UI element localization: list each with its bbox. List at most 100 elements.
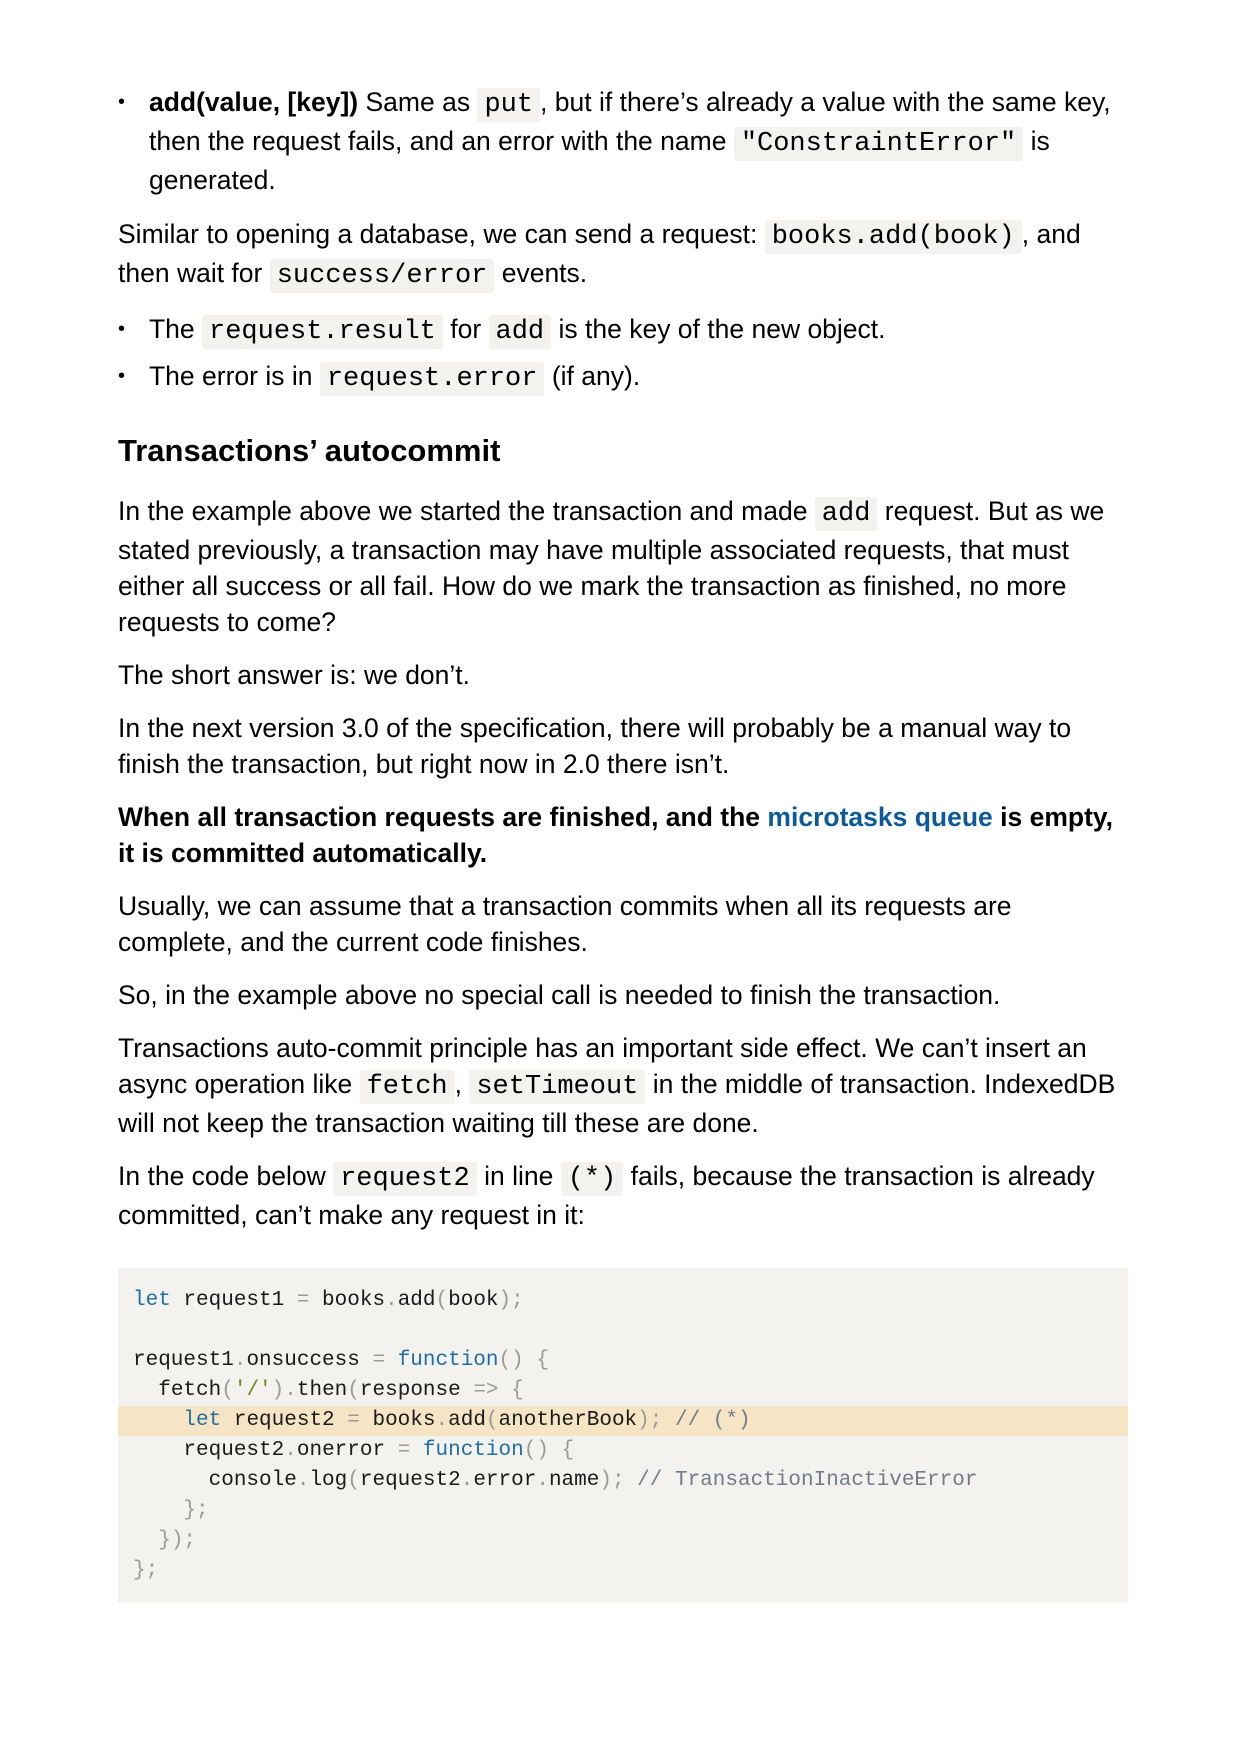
inline-code: fetch xyxy=(359,1070,455,1104)
list-item: The request.result for add is the key of… xyxy=(118,311,1128,350)
code-token: . xyxy=(460,1469,474,1492)
inline-code: add xyxy=(488,315,552,349)
code-token: error xyxy=(473,1469,537,1492)
inline-code: (*) xyxy=(560,1162,624,1196)
paragraph-code-below: In the code below request2 in line (*) f… xyxy=(118,1158,1128,1233)
code-token: . xyxy=(284,1439,297,1462)
code-token: ( xyxy=(435,1289,449,1312)
page: add(value, [key]) Same as put, but if th… xyxy=(0,0,1240,1754)
code-token: let xyxy=(183,1409,222,1432)
list-item: add(value, [key]) Same as put, but if th… xyxy=(118,84,1128,198)
paragraph-side-effect: Transactions auto-commit principle has a… xyxy=(118,1030,1128,1141)
code-token: = xyxy=(372,1349,386,1372)
code-token: console xyxy=(208,1469,297,1492)
text-fragment: events. xyxy=(494,258,588,288)
text-fragment: Similar to opening a database, we can se… xyxy=(118,219,765,249)
code-token: () { xyxy=(498,1349,549,1372)
code-line: request2.onerror = function() { xyxy=(118,1436,1128,1466)
section-heading: Transactions’ autocommit xyxy=(118,433,501,468)
text-fragment: for xyxy=(442,314,489,344)
code-token: ( xyxy=(347,1469,360,1492)
text-fragment: (if any). xyxy=(544,361,641,391)
code-line: }); xyxy=(118,1526,1128,1556)
code-token: ( xyxy=(347,1379,360,1402)
text-fragment: in line xyxy=(476,1161,561,1191)
code-token: anotherBook xyxy=(498,1409,638,1432)
paragraph-next-version: In the next version 3.0 of the specifica… xyxy=(118,713,1072,779)
code-line-highlighted: let request2 = books.add(anotherBook); /… xyxy=(118,1406,1128,1436)
code-token: onerror xyxy=(296,1439,398,1462)
code-line: console.log(request2.error.name); // Tra… xyxy=(118,1466,1128,1496)
code-token: () { xyxy=(523,1439,575,1462)
code-token: book xyxy=(448,1289,499,1312)
code-token: request2 xyxy=(359,1469,461,1492)
code-token: ); xyxy=(599,1469,638,1492)
code-token: => { xyxy=(473,1379,524,1402)
code-line: fetch('/').then(response => { xyxy=(118,1376,1128,1406)
code-token: function xyxy=(397,1349,499,1372)
paragraph-send-request: Similar to opening a database, we can se… xyxy=(118,216,1128,294)
code-token: ( xyxy=(221,1379,234,1402)
code-token: . xyxy=(435,1409,449,1432)
text-fragment: In the example above we started the tran… xyxy=(118,496,815,526)
code-token: fetch xyxy=(158,1379,222,1402)
paragraph-example: In the example above we started the tran… xyxy=(118,493,1128,640)
code-line: }; xyxy=(118,1556,1128,1586)
code-token: = xyxy=(397,1439,411,1462)
code-token: books xyxy=(359,1409,436,1432)
inline-code: setTimeout xyxy=(469,1070,646,1104)
code-token: add xyxy=(448,1409,486,1432)
code-token: ); xyxy=(637,1409,675,1432)
method-signature: add(value, [key]) xyxy=(149,87,359,117)
text-fragment: In the code below xyxy=(118,1161,334,1191)
code-token: = xyxy=(347,1409,360,1432)
code-token: . xyxy=(233,1349,247,1372)
inline-code: request.result xyxy=(202,315,443,349)
code-token: '/' xyxy=(233,1379,272,1402)
text-fragment: , xyxy=(454,1069,470,1099)
paragraph-auto-commit-rule: When all transaction requests are finish… xyxy=(118,799,1128,871)
code-token: let xyxy=(133,1289,171,1312)
code-token: add xyxy=(397,1289,436,1312)
code-token: }); xyxy=(158,1529,197,1552)
microtasks-queue-link[interactable]: microtasks queue xyxy=(767,802,992,832)
inline-code: add xyxy=(814,497,878,531)
code-token: . xyxy=(536,1469,549,1492)
list-item: The error is in request.error (if any). xyxy=(118,358,1128,397)
code-token: request1 xyxy=(170,1289,297,1312)
code-block: let request1 = books.add(book); request1… xyxy=(118,1268,1128,1602)
code-comment: // (*) xyxy=(674,1409,751,1432)
paragraph-no-special-call: So, in the example above no special call… xyxy=(118,980,1001,1010)
code-token: onsuccess xyxy=(246,1349,373,1372)
code-token: }; xyxy=(133,1559,159,1582)
code-line: }; xyxy=(118,1496,1128,1526)
method-list: add(value, [key]) Same as put, but if th… xyxy=(118,84,1128,198)
code-token: ); xyxy=(498,1289,524,1312)
inline-code: put xyxy=(477,88,541,122)
code-token: name xyxy=(548,1469,600,1492)
code-token: request2 xyxy=(221,1409,348,1432)
result-list: The request.result for add is the key of… xyxy=(118,311,1128,397)
code-token: . xyxy=(385,1289,398,1312)
paragraph-usually: Usually, we can assume that a transactio… xyxy=(118,891,1012,957)
inline-code: request2 xyxy=(333,1162,477,1196)
code-comment: // TransactionInactiveError xyxy=(637,1469,978,1492)
code-token: = xyxy=(296,1289,310,1312)
code-line: let request1 = books.add(book); xyxy=(118,1286,1128,1316)
code-token: books xyxy=(309,1289,386,1312)
code-line: request1.onsuccess = function() { xyxy=(118,1346,1128,1376)
code-token: response xyxy=(359,1379,474,1402)
inline-code: books.add(book) xyxy=(764,220,1022,254)
code-token: . xyxy=(296,1469,310,1492)
code-token: request1 xyxy=(133,1349,234,1372)
text-fragment: Same as xyxy=(358,87,478,117)
inline-code: "ConstraintError" xyxy=(733,127,1024,161)
text-fragment: is the key of the new object. xyxy=(551,314,886,344)
article-content: add(value, [key]) Same as put, but if th… xyxy=(118,84,1128,1602)
